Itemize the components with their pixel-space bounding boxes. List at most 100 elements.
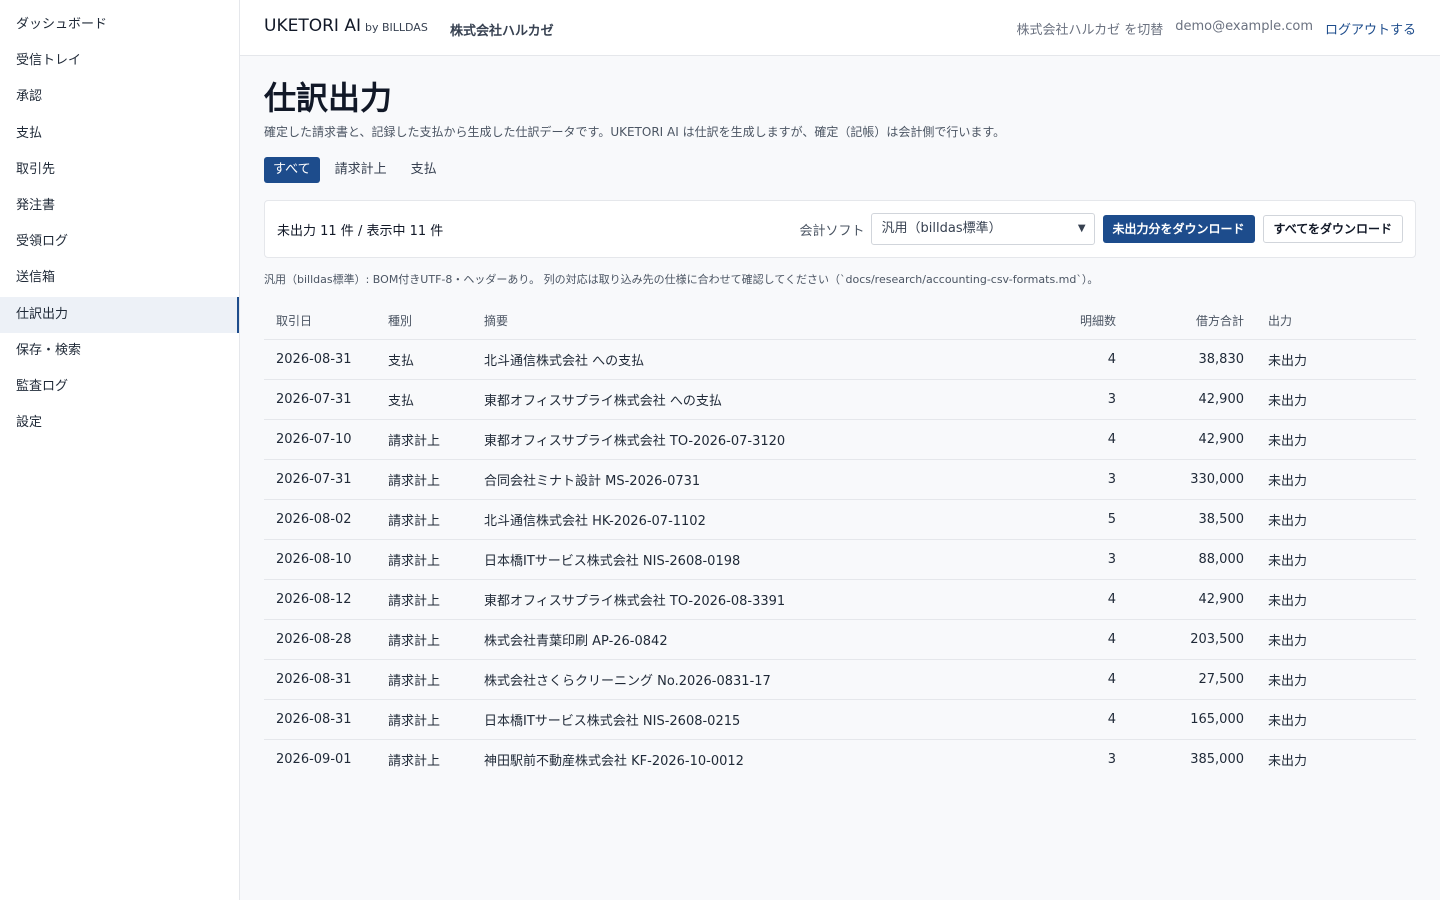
- cell-debit-total: 42,900: [1128, 379, 1256, 420]
- cell-export-status: 未出力: [1256, 579, 1416, 620]
- column-header-line-count: 明細数: [1032, 303, 1128, 340]
- format-note: 汎用（billdas標準）: BOM付きUTF-8・ヘッダーあり。 列の対応は取…: [264, 273, 1099, 286]
- sidebar-item-audit-log[interactable]: 監査ログ: [0, 369, 239, 405]
- table-row[interactable]: 2026-08-12 請求計上 東都オフィスサプライ株式会社 TO-2026-0…: [264, 579, 1416, 620]
- table-row[interactable]: 2026-07-31 請求計上 合同会社ミナト設計 MS-2026-0731 3…: [264, 459, 1416, 500]
- cell-type: 請求計上: [376, 459, 472, 500]
- cell-export-status: 未出力: [1256, 659, 1416, 700]
- cell-date: 2026-07-31: [264, 379, 376, 420]
- sidebar-item-payments[interactable]: 支払: [0, 116, 239, 152]
- table-row[interactable]: 2026-08-31 請求計上 株式会社さくらクリーニング No.2026-08…: [264, 659, 1416, 700]
- cell-line-count: 4: [1032, 619, 1128, 660]
- cell-summary: 神田駅前不動産株式会社 KF-2026-10-0012: [484, 753, 744, 769]
- cell-export-status: 未出力: [1256, 459, 1416, 500]
- accounting-software-select[interactable]: 汎用（billdas標準） ▼: [870, 213, 1095, 245]
- cell-debit-total: 38,830: [1128, 339, 1256, 380]
- cell-export-status: 未出力: [1256, 379, 1416, 420]
- selected-software: 汎用（billdas標準）: [881, 221, 1002, 236]
- cell-date: 2026-08-31: [264, 659, 376, 700]
- cell-line-count: 4: [1032, 699, 1128, 740]
- table-row[interactable]: 2026-08-28 請求計上 株式会社青葉印刷 AP-26-0842 4 20…: [264, 619, 1416, 660]
- sidebar-item-vendors[interactable]: 取引先: [0, 152, 239, 188]
- cell-type: 請求計上: [376, 699, 472, 740]
- cell-export-status: 未出力: [1256, 539, 1416, 580]
- cell-type: 請求計上: [376, 539, 472, 580]
- header-actions: 株式会社ハルカゼ を切替 demo@example.com ログアウトする: [1017, 19, 1416, 38]
- cell-type: 請求計上: [376, 579, 472, 620]
- cell-export-status: 未出力: [1256, 339, 1416, 380]
- cell-line-count: 3: [1032, 459, 1128, 500]
- cell-line-count: 4: [1032, 419, 1128, 460]
- table-row[interactable]: 2026-07-10 請求計上 東都オフィスサプライ株式会社 TO-2026-0…: [264, 419, 1416, 460]
- sidebar-item-archive-search[interactable]: 保存・検索: [0, 333, 239, 369]
- cell-date: 2026-08-28: [264, 619, 376, 660]
- top-header: UKETORI AI by BILLDAS 株式会社ハルカゼ 株式会社ハルカゼ を…: [240, 0, 1440, 56]
- cell-summary: 東都オフィスサプライ株式会社 TO-2026-07-3120: [472, 419, 1032, 460]
- cell-debit-total: 38,500: [1128, 499, 1256, 540]
- cell-line-count: 4: [1032, 579, 1128, 620]
- page-description: 確定した請求書と、記録した支払から生成した仕訳データです。UKETORI AI …: [264, 125, 1006, 139]
- sidebar-item-inbox[interactable]: 受信トレイ: [0, 43, 239, 79]
- download-all-button[interactable]: すべてをダウンロード: [1262, 215, 1403, 243]
- table-row[interactable]: 2026-08-10 請求計上 日本橋ITサービス株式会社 NIS-2608-0…: [264, 539, 1416, 580]
- cell-date: 2026-08-31: [264, 339, 376, 380]
- cell-date: 2026-08-10: [264, 539, 376, 580]
- download-unexported-button[interactable]: 未出力分をダウンロード: [1102, 215, 1255, 243]
- cell-summary: 東都オフィスサプライ株式会社 への支払: [472, 379, 1032, 420]
- sidebar-item-outbox[interactable]: 送信箱: [0, 260, 239, 296]
- sidebar-item-approval[interactable]: 承認: [0, 79, 239, 115]
- sidebar: ダッシュボード 受信トレイ 承認 支払 取引先 発注書 受領ログ 送信箱 仕訳出…: [0, 0, 240, 900]
- cell-debit-total: 42,900: [1128, 419, 1256, 460]
- export-summary: 未出力 11 件 / 表示中 11 件: [277, 223, 444, 239]
- export-toolbar: 未出力 11 件 / 表示中 11 件 会計ソフト 汎用（billdas標準） …: [264, 200, 1416, 258]
- cell-debit-total: 27,500: [1128, 659, 1256, 700]
- cell-date: 2026-08-31: [264, 699, 376, 740]
- accounting-software-label: 会計ソフト: [799, 223, 865, 239]
- tab-all[interactable]: すべて: [264, 157, 320, 183]
- logout-link[interactable]: ログアウトする: [1325, 19, 1416, 38]
- cell-debit-total: 88,000: [1128, 539, 1256, 580]
- cell-debit-total: 42,900: [1128, 579, 1256, 620]
- tab-payments[interactable]: 支払: [402, 157, 446, 183]
- table-row[interactable]: 2026-08-02 請求計上 北斗通信株式会社 HK-2026-07-1102…: [264, 499, 1416, 540]
- cell-export-status: 未出力: [1256, 499, 1416, 540]
- cell-date: 2026-08-02: [264, 499, 376, 540]
- column-header-summary: 摘要: [472, 303, 1032, 340]
- table-row[interactable]: 2026-08-31 請求計上 日本橋ITサービス株式会社 NIS-2608-0…: [264, 699, 1416, 740]
- column-header-debit-total: 借方合計: [1128, 303, 1256, 340]
- sidebar-item-purchase-orders[interactable]: 発注書: [0, 188, 239, 224]
- user-email: demo@example.com: [1175, 19, 1313, 34]
- table-row[interactable]: 2026-09-01 請求計上 神田駅前不動産株式会社 KF-2026-10-0…: [264, 739, 1416, 779]
- table-row[interactable]: 2026-08-31 支払 北斗通信株式会社 への支払 4 38,830 未出力: [264, 339, 1416, 380]
- sidebar-nav: ダッシュボード 受信トレイ 承認 支払 取引先 発注書 受領ログ 送信箱 仕訳出…: [0, 0, 239, 441]
- cell-type: 請求計上: [388, 753, 441, 769]
- chevron-down-icon: ▼: [1077, 223, 1086, 234]
- cell-summary: 東都オフィスサプライ株式会社 TO-2026-08-3391: [472, 579, 1032, 620]
- cell-date: 2026-07-10: [264, 419, 376, 460]
- sidebar-item-journal-export[interactable]: 仕訳出力: [0, 296, 239, 333]
- cell-summary: 合同会社ミナト設計 MS-2026-0731: [472, 459, 1032, 500]
- cell-type: 請求計上: [376, 659, 472, 700]
- brand-name: UKETORI AI: [264, 16, 361, 36]
- cell-type: 支払: [376, 339, 472, 380]
- cell-export-status: 未出力: [1256, 619, 1416, 660]
- sidebar-item-receipt-log[interactable]: 受領ログ: [0, 224, 239, 260]
- main-content: 仕訳出力 確定した請求書と、記録した支払から生成した仕訳データです。UKETOR…: [264, 76, 1416, 779]
- cell-summary: 株式会社青葉印刷 AP-26-0842: [472, 619, 1032, 660]
- cell-type: 請求計上: [376, 419, 472, 460]
- cell-summary: 北斗通信株式会社 への支払: [472, 339, 1032, 380]
- sidebar-item-dashboard[interactable]: ダッシュボード: [0, 7, 239, 43]
- cell-line-count: 3: [1107, 751, 1116, 767]
- cell-summary: 日本橋ITサービス株式会社 NIS-2608-0198: [472, 539, 1032, 580]
- brand-logo[interactable]: UKETORI AI by BILLDAS: [264, 16, 428, 36]
- cell-line-count: 3: [1032, 379, 1128, 420]
- page-title: 仕訳出力: [264, 79, 393, 117]
- cell-export-status: 未出力: [1256, 419, 1416, 460]
- tab-invoice-posting[interactable]: 請求計上: [326, 157, 396, 183]
- cell-line-count: 4: [1032, 339, 1128, 380]
- switch-org-link[interactable]: 株式会社ハルカゼ を切替: [1017, 19, 1164, 38]
- cell-line-count: 4: [1032, 659, 1128, 700]
- table-row[interactable]: 2026-07-31 支払 東都オフィスサプライ株式会社 への支払 3 42,9…: [264, 379, 1416, 420]
- cell-debit-total: 165,000: [1128, 699, 1256, 740]
- sidebar-item-settings[interactable]: 設定: [0, 405, 239, 441]
